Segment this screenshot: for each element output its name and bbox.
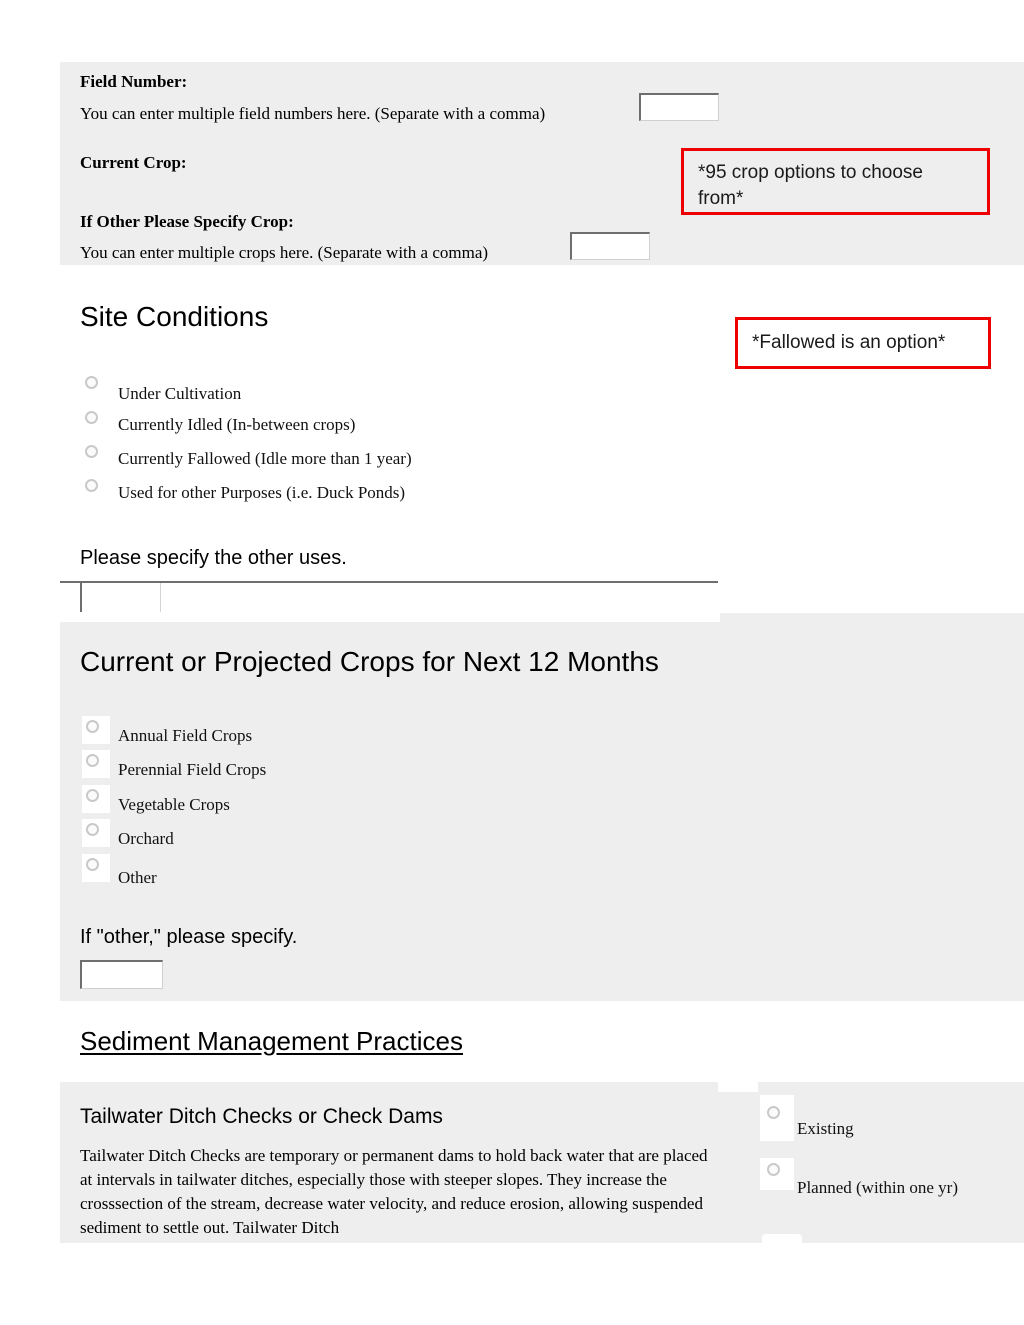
practice-status-row-clipped[interactable] [762, 1234, 802, 1243]
practice-status-label: Planned (within one yr) [797, 1178, 958, 1197]
site-conditions-option-label: Under Cultivation [118, 384, 242, 403]
radio-icon[interactable] [767, 1163, 780, 1176]
projected-crops-option-label: Perennial Field Crops [118, 760, 267, 779]
projected-other-input[interactable] [80, 960, 163, 989]
form-page: Field Number: You can enter multiple fie… [0, 0, 1024, 1325]
site-conditions-option-label: Used for other Purposes (i.e. Duck Ponds… [118, 483, 406, 502]
radio-icon[interactable] [86, 789, 99, 802]
projected-crops-option-label: Orchard [118, 829, 174, 848]
site-conditions-heading: Site Conditions [80, 301, 269, 332]
radio-icon[interactable] [767, 1106, 780, 1119]
projected-crops-option-label: Annual Field Crops [118, 726, 253, 745]
radio-icon[interactable] [86, 858, 99, 871]
projected-crops-option-label: Other [118, 868, 157, 887]
radio-icon[interactable] [85, 376, 98, 389]
sediment-heading: Sediment Management Practices [80, 1026, 463, 1056]
practice-description: Tailwater Ditch Checks are temporary or … [80, 1146, 708, 1238]
field-number-hint: You can enter multiple field numbers her… [80, 104, 546, 123]
projected-crops-heading: Current or Projected Crops for Next 12 M… [80, 646, 659, 677]
radio-icon[interactable] [85, 411, 98, 424]
projected-crops-option-label: Vegetable Crops [118, 795, 230, 814]
other-crop-hint: You can enter multiple crops here. (Sepa… [80, 243, 489, 262]
other-crop-input[interactable] [570, 232, 650, 260]
sediment-practice-panel-gap [718, 1082, 758, 1092]
radio-icon[interactable] [85, 445, 98, 458]
other-uses-textarea[interactable] [80, 583, 161, 612]
other-crop-label: If Other Please Specify Crop: [80, 212, 294, 231]
radio-icon[interactable] [86, 823, 99, 836]
field-number-input[interactable] [639, 93, 719, 121]
practice-status-label: Existing [797, 1119, 854, 1138]
practice-title: Tailwater Ditch Checks or Check Dams [80, 1105, 443, 1128]
radio-icon[interactable] [86, 754, 99, 767]
site-conditions-option-label: Currently Idled (In-between crops) [118, 415, 356, 434]
projected-crops-panel-extension [720, 613, 1024, 633]
callout-crop-options: *95 crop options to choose from* [681, 148, 990, 215]
radio-icon[interactable] [85, 479, 98, 492]
projected-other-prompt: If "other," please specify. [80, 926, 298, 948]
current-crop-label: Current Crop: [80, 153, 187, 172]
radio-icon[interactable] [86, 720, 99, 733]
other-uses-prompt: Please specify the other uses. [80, 547, 347, 569]
site-conditions-option-label: Currently Fallowed (Idle more than 1 yea… [118, 449, 412, 468]
field-number-label: Field Number: [80, 72, 188, 91]
callout-fallowed-option: *Fallowed is an option* [735, 317, 991, 369]
